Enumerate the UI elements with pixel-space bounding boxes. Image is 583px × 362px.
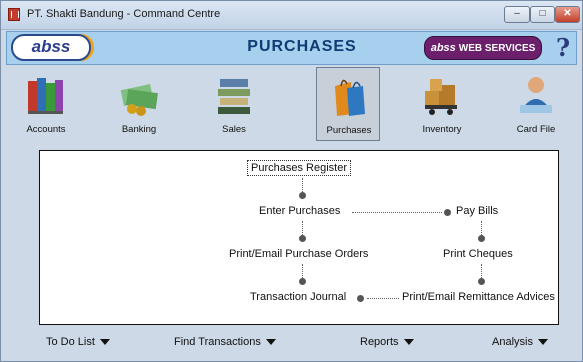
command-centre-window: PT. Shakti Bandung - Command Centre – □ … <box>0 0 583 362</box>
chevron-down-icon <box>265 339 276 346</box>
module-purchases[interactable]: Purchases <box>316 67 380 141</box>
banking-icon <box>120 84 158 116</box>
accounts-books-icon <box>28 78 63 114</box>
web-services-brand: abss <box>430 42 456 54</box>
window-title: PT. Shakti Bandung - Command Centre <box>27 8 221 20</box>
module-card-file[interactable]: Card File <box>504 67 568 141</box>
transaction-journal-link[interactable]: Transaction Journal <box>250 291 346 303</box>
help-question-icon: ? <box>556 33 571 62</box>
print-cheques-link[interactable]: Print Cheques <box>443 248 513 260</box>
connector <box>302 178 303 192</box>
web-services-label: WEB SERVICES <box>458 43 536 54</box>
module-label-card-file: Card File <box>516 124 556 135</box>
module-label-accounts: Accounts <box>26 124 66 135</box>
card-file-icon <box>520 77 552 113</box>
flow-arrow-icon <box>478 278 485 285</box>
module-label-inventory: Inventory <box>422 124 462 135</box>
pay-bills-link[interactable]: Pay Bills <box>456 205 498 217</box>
to-do-list-button[interactable]: To Do List <box>46 336 110 348</box>
module-title: PURCHASES <box>247 38 357 55</box>
to-do-list-label: To Do List <box>46 336 95 348</box>
reports-label: Reports <box>360 336 399 348</box>
module-icon-bar: Accounts Banking Sales Purchases Invento… <box>6 67 577 143</box>
flow-arrow-icon <box>299 192 306 199</box>
module-label-purchases: Purchases <box>326 125 372 136</box>
module-banking[interactable]: Banking <box>107 67 171 141</box>
flow-arrow-icon <box>299 278 306 285</box>
maximize-button[interactable]: □ <box>530 6 555 23</box>
flow-arrow-icon <box>444 209 451 216</box>
app-icon <box>8 8 20 21</box>
module-accounts[interactable]: Accounts <box>14 67 78 141</box>
abss-logo: abss <box>11 34 91 61</box>
module-label-banking: Banking <box>121 124 157 135</box>
enter-purchases-link[interactable]: Enter Purchases <box>259 205 340 217</box>
connector <box>302 264 303 278</box>
find-transactions-label: Find Transactions <box>174 336 261 348</box>
chevron-down-icon <box>403 339 414 346</box>
flow-arrow-icon <box>357 295 364 302</box>
minimize-button[interactable]: – <box>504 6 530 23</box>
connector <box>367 298 399 299</box>
inventory-icon <box>425 79 457 115</box>
module-sales[interactable]: Sales <box>202 67 266 141</box>
print-email-remittance-advices-link[interactable]: Print/Email Remittance Advices <box>402 291 555 303</box>
connector <box>481 221 482 235</box>
bottom-action-bar: To Do List Find Transactions Reports Ana… <box>6 331 577 355</box>
connector <box>302 221 303 235</box>
print-email-purchase-orders-link[interactable]: Print/Email Purchase Orders <box>229 248 368 260</box>
flow-arrow-icon <box>299 235 306 242</box>
help-button[interactable]: ? <box>550 33 575 62</box>
reports-button[interactable]: Reports <box>360 336 414 348</box>
chevron-down-icon <box>537 339 548 346</box>
sales-icon <box>218 79 250 114</box>
flow-arrow-icon <box>478 235 485 242</box>
purchases-flow-panel: Purchases Register Enter Purchases Pay B… <box>39 150 559 325</box>
purchases-bags-icon <box>335 79 365 116</box>
module-header: abss PURCHASES abss WEB SERVICES ? <box>6 31 577 65</box>
module-inventory[interactable]: Inventory <box>410 67 474 141</box>
connector <box>352 212 442 213</box>
module-label-sales: Sales <box>222 124 246 135</box>
close-button[interactable]: ✕ <box>555 6 580 23</box>
analysis-button[interactable]: Analysis <box>492 336 548 348</box>
purchases-register-link[interactable]: Purchases Register <box>247 160 351 176</box>
find-transactions-button[interactable]: Find Transactions <box>174 336 276 348</box>
web-services-button[interactable]: abss WEB SERVICES <box>424 36 542 60</box>
analysis-label: Analysis <box>492 336 533 348</box>
title-bar: PT. Shakti Bandung - Command Centre – □ … <box>1 1 582 30</box>
connector <box>481 264 482 278</box>
chevron-down-icon <box>99 339 110 346</box>
